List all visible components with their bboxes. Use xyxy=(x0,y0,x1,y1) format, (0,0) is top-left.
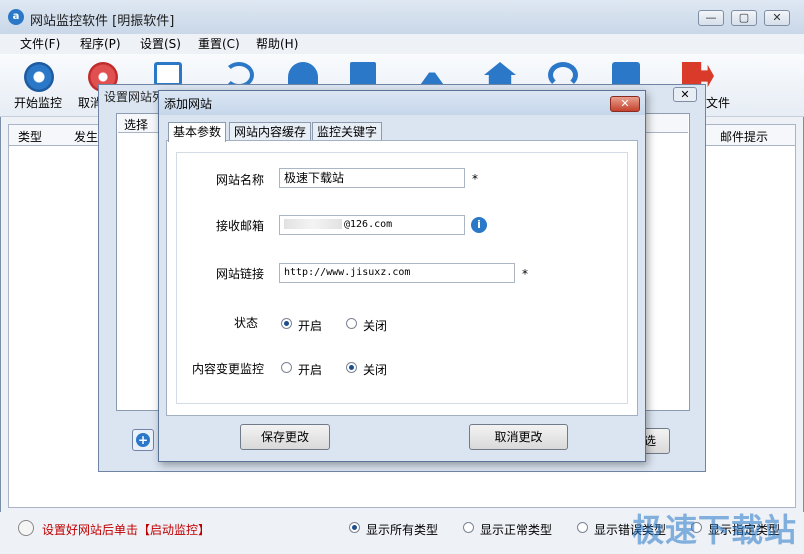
col-mail[interactable]: 邮件提示 xyxy=(720,128,768,145)
email-blur xyxy=(284,219,342,229)
webcam-icon[interactable] xyxy=(24,62,54,92)
info-icon[interactable]: i xyxy=(471,217,487,233)
minimize-button[interactable]: — xyxy=(698,10,724,26)
close-button[interactable]: ✕ xyxy=(764,10,790,26)
app-icon: a xyxy=(8,9,24,25)
radio-all-types[interactable] xyxy=(349,522,360,533)
radio-normal-types[interactable] xyxy=(463,522,474,533)
url-input[interactable]: http://www.jisuxz.com xyxy=(279,263,515,283)
label-normal-types[interactable]: 显示正常类型 xyxy=(480,521,552,538)
email-label: 接收邮箱 xyxy=(215,219,264,233)
url-label: 网站链接 xyxy=(215,267,264,281)
plus-icon: + xyxy=(136,433,150,447)
state-on-label[interactable]: 开启 xyxy=(298,317,322,334)
tab-content-cache[interactable]: 网站内容缓存 xyxy=(229,122,312,141)
tab-keywords[interactable]: 监控关键字 xyxy=(312,122,383,141)
save-changes-button[interactable]: 保存更改 xyxy=(240,424,330,450)
monitor-on-radio[interactable] xyxy=(281,362,292,373)
menu-file[interactable]: 文件(F) xyxy=(20,35,60,52)
monitor-off-radio[interactable] xyxy=(346,362,357,373)
monitor-on-label[interactable]: 开启 xyxy=(298,361,322,378)
menu-reset[interactable]: 重置(C) xyxy=(198,35,240,52)
site-name-input[interactable]: 极速下载站 xyxy=(279,168,465,188)
menu-help[interactable]: 帮助(H) xyxy=(256,35,298,52)
col-type[interactable]: 类型 xyxy=(18,128,42,145)
col-time[interactable]: 发生 xyxy=(74,128,98,145)
state-on-radio[interactable] xyxy=(281,318,292,329)
radio-error-types[interactable] xyxy=(577,522,588,533)
status-hint: 设置好网站后单击【启动监控】 xyxy=(42,523,211,537)
state-off-label[interactable]: 关闭 xyxy=(363,317,387,334)
site-name-required: * xyxy=(472,172,478,186)
tab-basic[interactable]: 基本参数 xyxy=(168,122,227,142)
status-indicator-icon xyxy=(18,520,34,536)
window-title: 网站监控软件 [明振软件] xyxy=(30,14,175,29)
add-site-close-button[interactable]: ✕ xyxy=(610,96,640,112)
screen-icon[interactable] xyxy=(154,62,182,86)
add-site-title: 添加网站 xyxy=(164,97,213,111)
exit-file-label[interactable]: 文件 xyxy=(706,94,730,111)
cancel-changes-button[interactable]: 取消更改 xyxy=(469,424,568,450)
url-required: * xyxy=(522,267,528,281)
site-list-close-button[interactable]: ✕ xyxy=(673,87,697,102)
state-off-radio[interactable] xyxy=(346,318,357,329)
site-list-col-select[interactable]: 选择 xyxy=(124,116,148,133)
menu-settings[interactable]: 设置(S) xyxy=(140,35,181,52)
menu-program[interactable]: 程序(P) xyxy=(80,35,121,52)
watermark: 极速下载站 xyxy=(632,511,798,549)
monitor-off-label[interactable]: 关闭 xyxy=(363,361,387,378)
maximize-button[interactable]: ▢ xyxy=(731,10,757,26)
label-all-types[interactable]: 显示所有类型 xyxy=(366,521,438,538)
site-name-label: 网站名称 xyxy=(215,173,264,187)
add-site-titlebar xyxy=(159,91,645,115)
content-monitor-label: 内容变更监控 xyxy=(191,362,264,376)
state-label: 状态 xyxy=(233,316,258,330)
start-monitor-label[interactable]: 开始监控 xyxy=(14,94,62,111)
add-site-button[interactable]: + xyxy=(132,429,154,451)
